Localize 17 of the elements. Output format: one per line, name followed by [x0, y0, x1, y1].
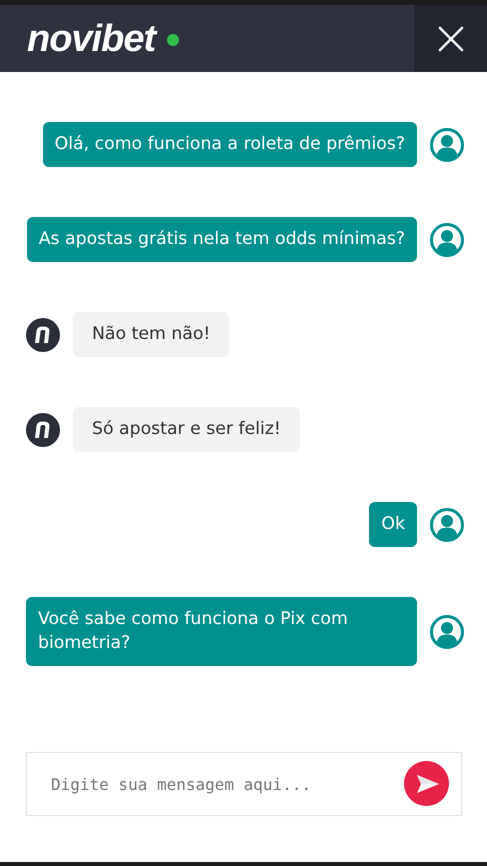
message-bubble: Você sabe como funciona o Pix com biometria?: [26, 597, 417, 666]
user-avatar-icon: [430, 128, 464, 162]
logo: novibet: [27, 20, 156, 58]
message-bubble: Só apostar e ser feliz!: [73, 407, 300, 452]
close-button[interactable]: [414, 5, 487, 72]
user-avatar-icon: [430, 508, 464, 542]
message-bubble: Olá, como funciona a roleta de prêmios?: [42, 122, 417, 167]
close-icon: [438, 26, 464, 52]
send-icon: [417, 774, 439, 792]
user-avatar-icon: [430, 222, 464, 256]
message-bubble: Ok: [369, 502, 417, 547]
message-bubble: Não tem não!: [73, 312, 230, 357]
user-avatar-icon: [430, 614, 464, 648]
bot-avatar-icon: [26, 412, 60, 446]
bot-avatar-icon: [26, 318, 60, 352]
message-input-field[interactable]: Digite sua mensagem aqui...: [26, 752, 462, 816]
message-bubble: As apostas grátis nela tem odds mínimas?: [26, 217, 417, 262]
